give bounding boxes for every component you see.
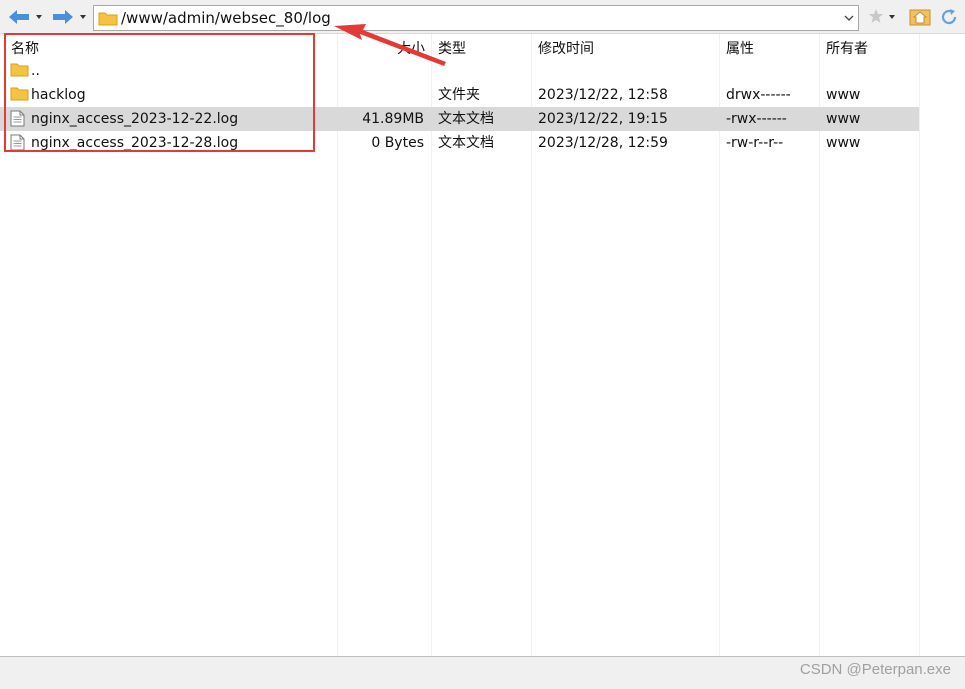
file-modified: 2023/12/22, 12:58 <box>538 87 668 103</box>
file-manager-window: /www/admin/websec_80/log 名称 大小 类型 修改时间 属… <box>0 0 965 689</box>
home-icon <box>909 9 931 26</box>
back-button[interactable] <box>8 6 44 28</box>
folder-icon <box>10 87 29 101</box>
column-modified[interactable]: 修改时间 <box>538 38 594 58</box>
file-owner: www <box>826 111 861 127</box>
file-type: 文本文档 <box>438 135 494 151</box>
chevron-down-icon[interactable] <box>78 12 88 22</box>
column-attributes[interactable]: 属性 <box>726 38 754 58</box>
file-modified: 2023/12/22, 19:15 <box>538 111 668 127</box>
file-attributes: -rwx------ <box>726 111 787 127</box>
chevron-down-icon[interactable] <box>34 12 44 22</box>
file-row-parent[interactable]: .. <box>0 59 919 83</box>
folder-icon <box>10 63 29 77</box>
home-button[interactable] <box>909 7 931 31</box>
file-name: .. <box>31 63 40 79</box>
file-size: 41.89MB <box>362 111 424 127</box>
folder-icon <box>98 12 118 26</box>
file-attributes: -rw-r--r-- <box>726 135 784 151</box>
chevron-down-icon <box>844 15 854 21</box>
column-owner[interactable]: 所有者 <box>826 38 868 58</box>
file-modified: 2023/12/28, 12:59 <box>538 135 668 151</box>
file-name: hacklog <box>31 87 86 103</box>
file-row-nginx-access-2023-12-22[interactable]: nginx_access_2023-12-22.log 41.89MB 文本文档… <box>0 107 919 131</box>
file-size: 0 Bytes <box>371 135 424 151</box>
file-icon <box>10 134 25 151</box>
file-row-nginx-access-2023-12-28[interactable]: nginx_access_2023-12-28.log 0 Bytes 文本文档… <box>0 131 919 155</box>
refresh-icon <box>941 9 957 25</box>
address-path[interactable]: /www/admin/websec_80/log <box>121 9 331 27</box>
address-dropdown[interactable] <box>840 6 858 30</box>
refresh-button[interactable] <box>939 7 959 31</box>
file-name: nginx_access_2023-12-22.log <box>31 111 239 127</box>
file-row-hacklog[interactable]: hacklog 文件夹 2023/12/22, 12:58 drwx------… <box>0 83 919 107</box>
arrow-left-icon <box>9 10 29 24</box>
file-attributes: drwx------ <box>726 87 791 103</box>
bookmark-button[interactable] <box>867 7 897 31</box>
file-type: 文件夹 <box>438 87 480 103</box>
arrow-right-icon <box>53 10 73 24</box>
column-type[interactable]: 类型 <box>438 38 466 58</box>
column-size[interactable]: 大小 <box>397 38 425 58</box>
file-icon <box>10 110 25 127</box>
forward-button[interactable] <box>52 6 88 28</box>
file-owner: www <box>826 87 861 103</box>
file-owner: www <box>826 135 861 151</box>
file-name: nginx_access_2023-12-28.log <box>31 135 239 151</box>
column-header: 名称 大小 类型 修改时间 属性 所有者 <box>0 34 965 58</box>
file-type: 文本文档 <box>438 111 494 127</box>
toolbar: /www/admin/websec_80/log <box>0 0 965 34</box>
star-icon <box>869 9 895 23</box>
watermark: CSDN @Peterpan.exe <box>799 661 951 678</box>
column-divider <box>919 34 920 656</box>
column-name[interactable]: 名称 <box>11 38 39 58</box>
address-bar[interactable]: /www/admin/websec_80/log <box>93 5 859 31</box>
